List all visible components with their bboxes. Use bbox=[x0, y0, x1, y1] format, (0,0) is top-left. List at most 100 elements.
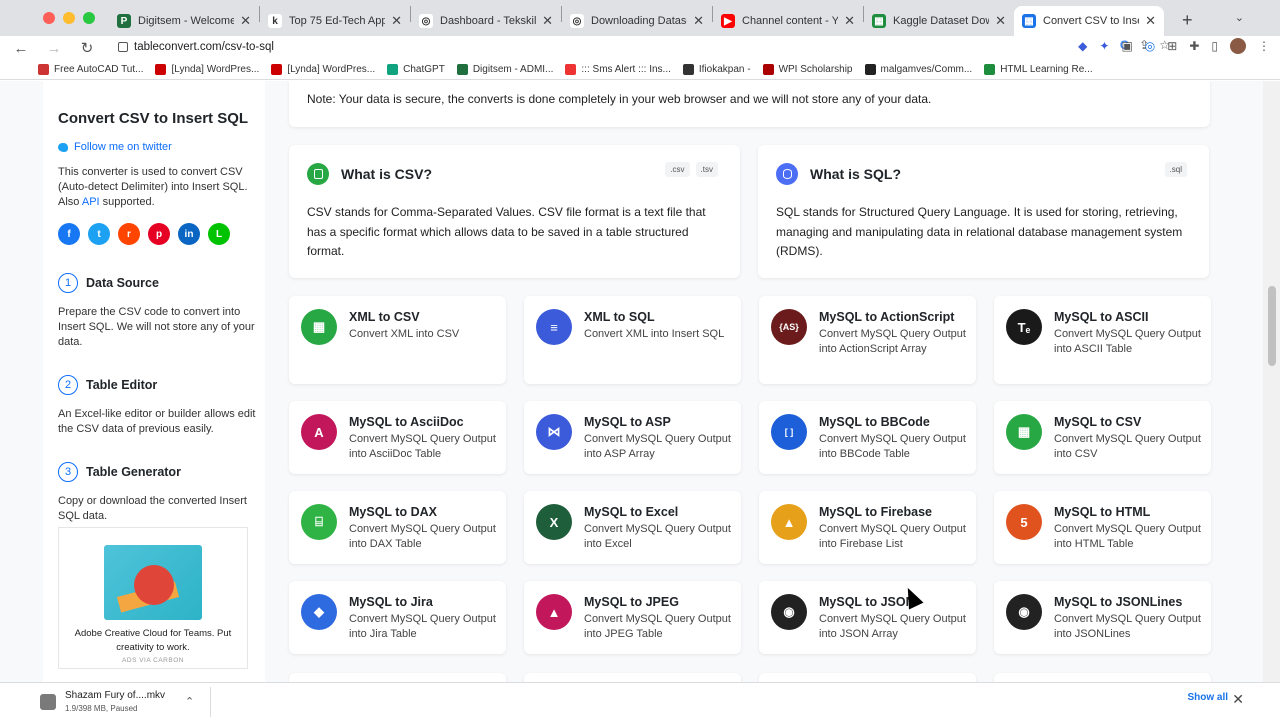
scrollbar-thumb[interactable] bbox=[1268, 286, 1276, 366]
converter-title[interactable]: MySQL to JPEG bbox=[584, 595, 679, 609]
reload-button[interactable]: ↻ bbox=[75, 39, 99, 57]
close-icon[interactable]: ✕ bbox=[1232, 691, 1244, 708]
reddit-icon[interactable]: r bbox=[118, 223, 140, 245]
converter-title[interactable]: MySQL to AsciiDoc bbox=[349, 415, 464, 429]
bookmark-item[interactable]: HTML Learning Re... bbox=[984, 64, 1093, 75]
close-tab-icon[interactable]: ✕ bbox=[995, 13, 1006, 29]
extension-icon[interactable]: ✦ bbox=[1099, 39, 1109, 53]
extension-icon[interactable]: ▣ bbox=[1121, 39, 1132, 53]
twitter-icon[interactable]: t bbox=[88, 223, 110, 245]
tab-search-icon[interactable]: ⌄ bbox=[1235, 11, 1244, 24]
converter-title[interactable]: MySQL to Excel bbox=[584, 505, 678, 519]
browser-tab[interactable]: k Top 75 Ed-Tech Apps in ✕ bbox=[260, 6, 410, 36]
linkedin-icon[interactable]: in bbox=[178, 223, 200, 245]
dax-icon: ⌸ bbox=[301, 504, 337, 540]
download-item[interactable]: Shazam Fury of....mkv 1.9/398 MB, Paused bbox=[56, 690, 165, 713]
ad-text[interactable]: Adobe Creative Cloud for Teams. Put crea… bbox=[59, 627, 247, 655]
bookmark-item[interactable]: [Lynda] WordPres... bbox=[271, 64, 375, 75]
converter-title[interactable]: XML to CSV bbox=[349, 310, 420, 324]
close-tab-icon[interactable]: ✕ bbox=[693, 13, 704, 29]
twitter-follow-link[interactable]: Follow me on twitter bbox=[58, 141, 265, 153]
close-tab-icon[interactable]: ✕ bbox=[240, 13, 251, 29]
api-link[interactable]: API bbox=[82, 196, 100, 208]
converter-title[interactable]: MySQL to HTML bbox=[1054, 505, 1150, 519]
converter-card[interactable] bbox=[759, 673, 976, 682]
converter-card[interactable]: ≡ XML to SQL Convert XML into Insert SQL bbox=[524, 296, 741, 384]
bookmark-item[interactable]: Ifiokakpan - bbox=[682, 64, 751, 75]
browser-tab[interactable]: ◎ Dashboard - Tekskillup ✕ bbox=[411, 6, 561, 36]
zoom-window-button[interactable] bbox=[83, 12, 95, 24]
converter-card[interactable]: ◉ MySQL to JSONLines Convert MySQL Query O… bbox=[994, 581, 1211, 654]
converter-card[interactable] bbox=[289, 673, 506, 682]
chevron-up-icon[interactable]: ⌃ bbox=[185, 695, 194, 708]
close-window-button[interactable] bbox=[43, 12, 55, 24]
converter-title[interactable]: MySQL to CSV bbox=[1054, 415, 1141, 429]
bookmark-item[interactable]: ChatGPT bbox=[387, 64, 445, 75]
converter-title[interactable]: MySQL to ASP bbox=[584, 415, 671, 429]
converter-card[interactable]: ◉ MySQL to JSON Convert MySQL Query Output… bbox=[759, 581, 976, 654]
converter-card[interactable]: 5 MySQL to HTML Convert MySQL Query Output… bbox=[994, 491, 1211, 564]
converter-card[interactable]: ▲ MySQL to JPEG Convert MySQL Query Output… bbox=[524, 581, 741, 654]
avatar[interactable] bbox=[1230, 38, 1246, 54]
sidepanel-icon[interactable]: ▯ bbox=[1211, 39, 1218, 53]
converter-card[interactable]: Tₑ MySQL to ASCII Convert MySQL Query Outp… bbox=[994, 296, 1211, 384]
converter-title[interactable]: MySQL to Firebase bbox=[819, 505, 932, 519]
converter-card[interactable] bbox=[994, 673, 1211, 682]
ad-via[interactable]: ADS VIA CARBON bbox=[59, 657, 247, 664]
facebook-icon[interactable]: f bbox=[58, 223, 80, 245]
bookmark-item[interactable]: malgamves/Comm... bbox=[864, 64, 972, 75]
ad-image[interactable] bbox=[104, 545, 202, 620]
converter-card[interactable]: ▲ MySQL to Firebase Convert MySQL Query Ou… bbox=[759, 491, 976, 564]
converter-card[interactable]: {AS} MySQL to ActionScript Convert MySQL Q… bbox=[759, 296, 976, 384]
pinterest-icon[interactable]: p bbox=[148, 223, 170, 245]
menu-icon[interactable]: ⋮ bbox=[1258, 39, 1270, 53]
converter-card[interactable]: A MySQL to AsciiDoc Convert MySQL Query Ou… bbox=[289, 401, 506, 474]
download-filename[interactable]: Shazam Fury of....mkv bbox=[65, 690, 165, 701]
converter-card[interactable]: ▦ XML to CSV Convert XML into CSV bbox=[289, 296, 506, 384]
converter-title[interactable]: MySQL to JSON bbox=[819, 595, 915, 609]
close-tab-icon[interactable]: ✕ bbox=[844, 13, 855, 29]
browser-tab[interactable]: ▦ Kaggle Dataset Downloa ✕ bbox=[864, 6, 1014, 36]
minimize-window-button[interactable] bbox=[63, 12, 75, 24]
close-tab-icon[interactable]: ✕ bbox=[542, 13, 553, 29]
converter-title[interactable]: MySQL to ASCII bbox=[1054, 310, 1148, 324]
converter-title[interactable]: MySQL to DAX bbox=[349, 505, 437, 519]
close-tab-icon[interactable]: ✕ bbox=[1145, 13, 1156, 29]
converter-title[interactable]: MySQL to ActionScript bbox=[819, 310, 954, 324]
browser-tab[interactable]: ◎ Downloading Dataset fro ✕ bbox=[562, 6, 712, 36]
address-bar[interactable]: tableconvert.com/csv-to-sql bbox=[108, 36, 1220, 58]
converter-card[interactable]: ▦ MySQL to CSV Convert MySQL Query Output … bbox=[994, 401, 1211, 474]
converter-card[interactable] bbox=[524, 673, 741, 682]
converter-title[interactable]: XML to SQL bbox=[584, 310, 655, 324]
carbon-ad[interactable]: Adobe Creative Cloud for Teams. Put crea… bbox=[58, 527, 248, 669]
new-tab-button[interactable]: + bbox=[1182, 10, 1193, 31]
converter-title[interactable]: MySQL to Jira bbox=[349, 595, 433, 609]
converter-title[interactable]: MySQL to JSONLines bbox=[1054, 595, 1182, 609]
page-scrollbar[interactable] bbox=[1263, 81, 1280, 682]
bookmark-item[interactable]: [Lynda] WordPres... bbox=[155, 64, 259, 75]
browser-tab[interactable]: ▶ Channel content - YouTu ✕ bbox=[713, 6, 863, 36]
converter-title[interactable]: MySQL to BBCode bbox=[819, 415, 930, 429]
bookmark-item[interactable]: WPI Scholarship bbox=[762, 64, 853, 75]
converter-card[interactable]: X MySQL to Excel Convert MySQL Query Outpu… bbox=[524, 491, 741, 564]
show-all-downloads-button[interactable]: Show all bbox=[1187, 692, 1228, 703]
bookmark-item[interactable]: ::: Sms Alert ::: Ins... bbox=[565, 64, 671, 75]
puzzle-icon[interactable]: ✚ bbox=[1189, 39, 1199, 53]
browser-tab[interactable]: P Digitsem - Welcome Ifio ✕ bbox=[109, 6, 259, 36]
browser-tab[interactable]: ▦ Convert CSV to Insert S ✕ bbox=[1014, 6, 1164, 36]
extension-icon[interactable]: ⊞ bbox=[1167, 39, 1177, 53]
csv-icon: ▦ bbox=[301, 309, 337, 345]
line-icon[interactable]: L bbox=[208, 223, 230, 245]
converter-card[interactable]: ◆ MySQL to Jira Convert MySQL Query Output… bbox=[289, 581, 506, 654]
forward-button[interactable]: → bbox=[42, 40, 66, 57]
converter-card[interactable]: ⌸ MySQL to DAX Convert MySQL Query Output … bbox=[289, 491, 506, 564]
back-button[interactable]: ← bbox=[9, 40, 33, 57]
bookmark-item[interactable]: Digitsem - ADMI... bbox=[456, 64, 553, 75]
converter-card[interactable]: ⋈ MySQL to ASP Convert MySQL Query Output … bbox=[524, 401, 741, 474]
extension-icon[interactable]: ◆ bbox=[1078, 39, 1087, 53]
bookmark-item[interactable]: Free AutoCAD Tut... bbox=[38, 64, 143, 75]
close-tab-icon[interactable]: ✕ bbox=[391, 13, 402, 29]
converter-card[interactable]: [ ] MySQL to BBCode Convert MySQL Query Ou… bbox=[759, 401, 976, 474]
csv-file-icon bbox=[307, 163, 329, 185]
extension-icon[interactable]: ◎ bbox=[1145, 39, 1155, 53]
